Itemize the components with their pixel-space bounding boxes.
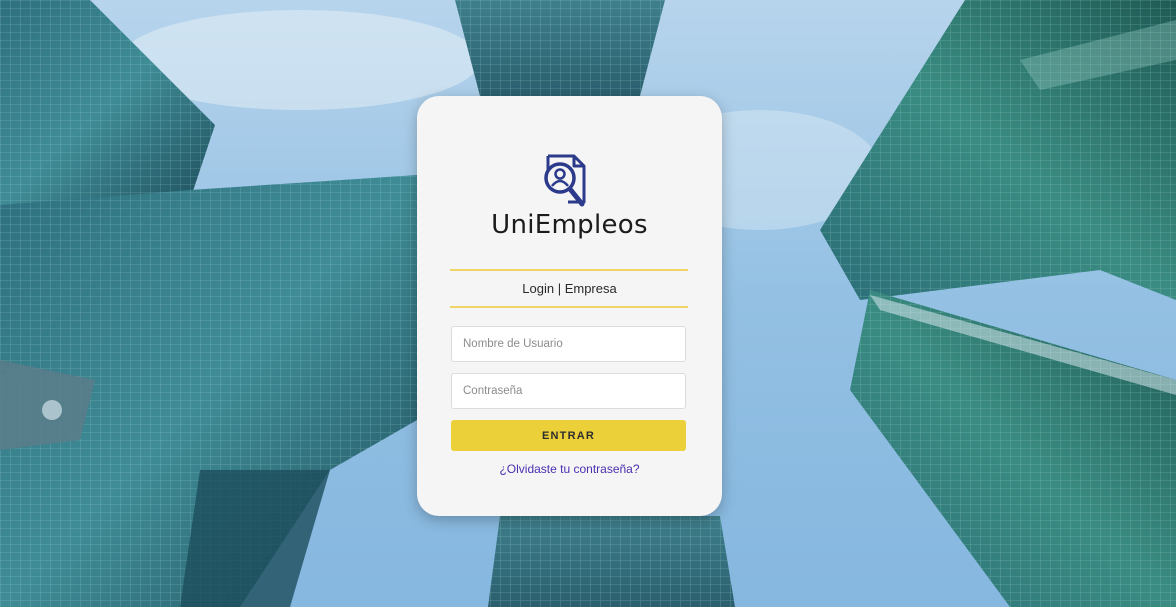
divider-bottom: [450, 306, 688, 308]
brand-name: UniEmpleos: [491, 210, 648, 240]
password-input[interactable]: [451, 373, 686, 409]
document-search-user-icon: [544, 154, 586, 207]
divider-top: [450, 269, 688, 271]
login-subtitle: Login | Empresa: [522, 281, 617, 296]
login-card: UniEmpleos Login | Empresa ENTRAR ¿Olvid…: [417, 96, 722, 516]
login-page: UniEmpleos Login | Empresa ENTRAR ¿Olvid…: [0, 0, 1176, 607]
submit-button[interactable]: ENTRAR: [451, 420, 686, 451]
username-input[interactable]: [451, 326, 686, 362]
forgot-password-link[interactable]: ¿Olvidaste tu contraseña?: [417, 462, 722, 476]
